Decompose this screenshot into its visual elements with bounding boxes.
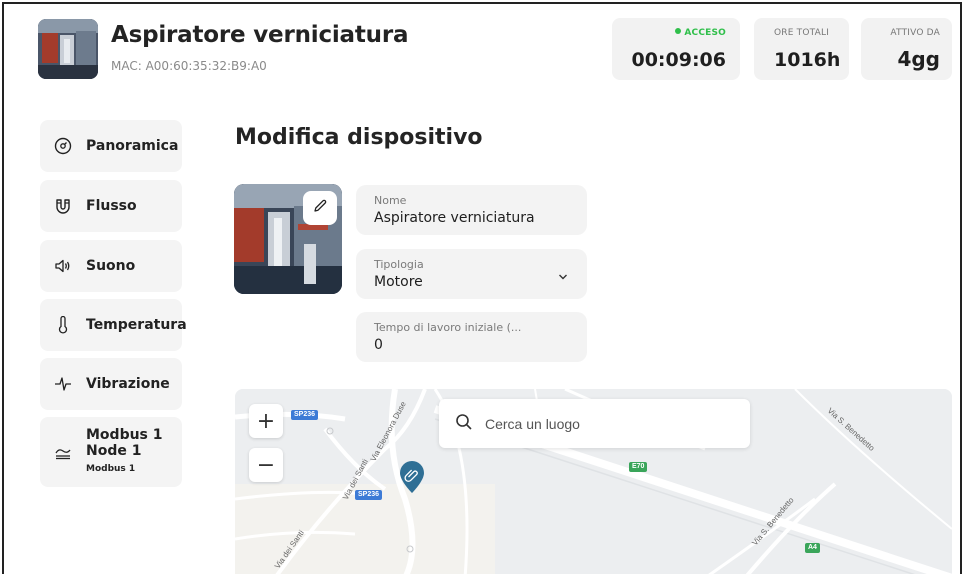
stat-ore-totali-value: 1016h: [774, 49, 841, 71]
tempo-lavoro-label: Tempo di lavoro iniziale (...: [374, 321, 522, 334]
stat-acceso: ACCESO 00:09:06: [612, 18, 740, 80]
stat-attivo-da-value: 4gg: [897, 47, 940, 71]
road-shield-sp236: SP236: [291, 410, 319, 420]
map[interactable]: + − SP236 SP236 E70 A4 Via Eleonora Duse…: [235, 389, 952, 574]
stat-attivo-da-label: ATTIVO DA: [890, 28, 940, 38]
sidebar-item-panoramica[interactable]: Panoramica: [40, 120, 182, 172]
tipologia-select[interactable]: Tipologia Motore: [356, 249, 587, 299]
nome-label: Nome: [374, 194, 407, 207]
zoom-out-button[interactable]: −: [249, 448, 283, 482]
road-shield-e70: E70: [629, 462, 648, 472]
sidebar-item-modbus[interactable]: Modbus 1 Node 1 Modbus 1: [40, 417, 182, 487]
stat-acceso-value: 00:09:06: [631, 49, 726, 71]
sidebar-item-temperatura[interactable]: Temperatura: [40, 299, 187, 351]
tempo-lavoro-field[interactable]: Tempo di lavoro iniziale (... 0: [356, 312, 587, 362]
sidebar-item-label: Suono: [86, 258, 136, 274]
thermometer-icon: [54, 316, 72, 334]
modbus-icon: [54, 443, 72, 461]
road-shield-a4: A4: [805, 543, 820, 553]
magnet-icon: [54, 197, 72, 215]
tipologia-label: Tipologia: [374, 258, 424, 271]
map-pin-icon[interactable]: [398, 459, 426, 495]
page-title: Modifica dispositivo: [235, 125, 483, 150]
sidebar-item-vibrazione[interactable]: Vibrazione: [40, 358, 182, 410]
tempo-lavoro-value: 0: [374, 337, 383, 353]
chevron-down-icon: [557, 268, 569, 287]
pencil-icon: [312, 198, 328, 218]
device-thumbnail: [38, 19, 98, 79]
sidebar-item-sublabel: Modbus 1: [86, 464, 136, 474]
sidebar-item-label: Modbus 1: [86, 427, 163, 443]
status-dot-icon: [675, 28, 682, 34]
stat-ore-totali: ORE TOTALI 1016h: [754, 18, 849, 80]
tipologia-value: Motore: [374, 274, 423, 290]
stat-acceso-label: ACCESO: [675, 28, 726, 38]
sidebar-item-label: Temperatura: [86, 317, 187, 333]
sidebar-item-label: Vibrazione: [86, 376, 170, 392]
sidebar-item-label-group: Modbus 1 Node 1 Modbus 1: [86, 427, 163, 477]
search-icon: [455, 413, 473, 435]
device-mac: MAC: A00:60:35:32:B9:A0: [111, 59, 267, 73]
sidebar-item-suono[interactable]: Suono: [40, 240, 182, 292]
nome-value: Aspiratore verniciatura: [374, 210, 535, 226]
plus-icon: +: [256, 408, 276, 434]
sidebar-item-label: Flusso: [86, 198, 137, 214]
road-shield-sp236-2: SP236: [355, 490, 383, 500]
sidebar-item-label: Panoramica: [86, 138, 179, 154]
zoom-in-button[interactable]: +: [249, 404, 283, 438]
minus-icon: −: [256, 452, 276, 478]
nome-field[interactable]: Nome Aspiratore verniciatura: [356, 185, 587, 235]
stat-ore-totali-label: ORE TOTALI: [774, 28, 830, 38]
app-frame: Aspiratore verniciatura MAC: A00:60:35:3…: [2, 2, 962, 574]
sidebar-item-flusso[interactable]: Flusso: [40, 180, 182, 232]
pulse-icon: [54, 375, 72, 393]
sidebar-item-label-line2: Node 1: [86, 443, 142, 459]
map-search-input[interactable]: [485, 415, 725, 432]
device-title: Aspiratore verniciatura: [111, 22, 409, 48]
edit-photo-button[interactable]: [303, 191, 337, 225]
speaker-icon: [54, 257, 72, 275]
map-search-box[interactable]: [439, 399, 750, 448]
gauge-icon: [54, 137, 72, 155]
stat-attivo-da: ATTIVO DA 4gg: [861, 18, 952, 80]
